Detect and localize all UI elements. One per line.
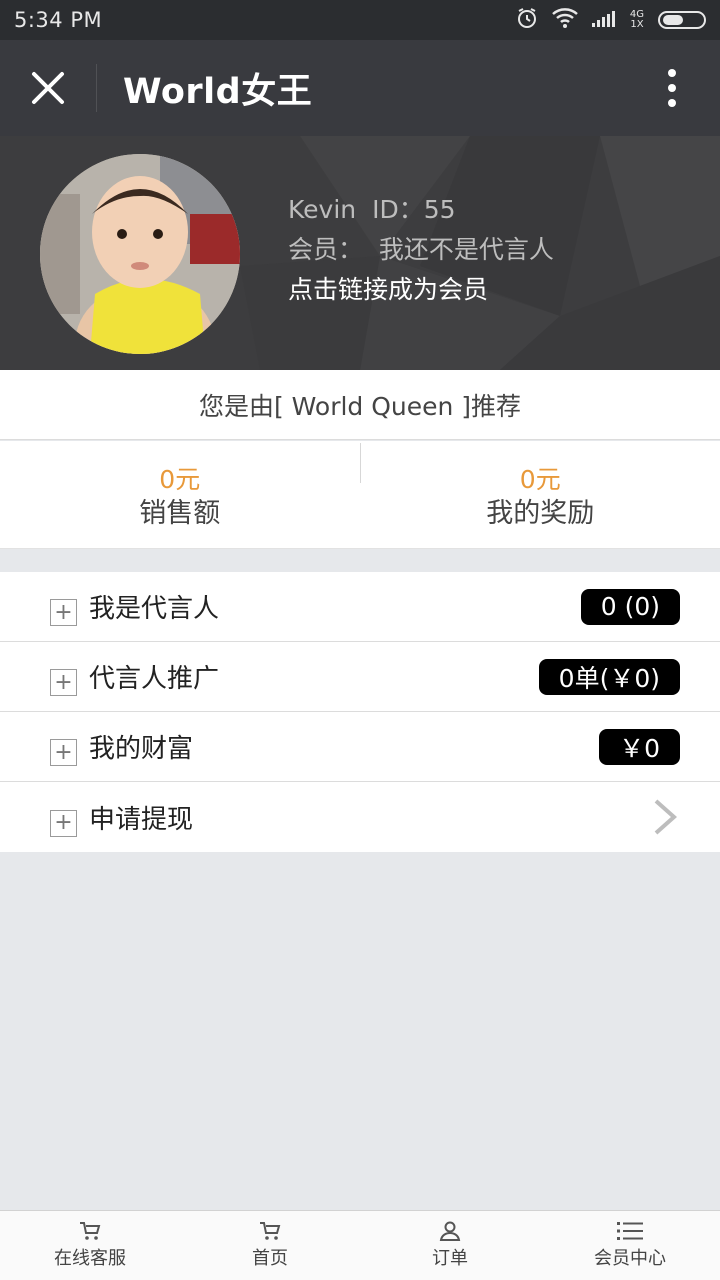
stat-value: 0元 — [159, 464, 201, 494]
chevron-right-icon — [654, 799, 678, 835]
expand-plus-icon: + — [50, 669, 77, 696]
referral-text: 您是由[ World Queen ]推荐 — [0, 370, 720, 440]
network-bottom: 1X — [630, 19, 644, 30]
tab-customer-service[interactable]: 在线客服 — [0, 1211, 180, 1280]
network-type: 4G 1X — [630, 10, 644, 30]
user-name: Kevin — [288, 195, 357, 224]
battery-icon — [658, 11, 706, 29]
menu-item-promotion[interactable]: + 代言人推广 0单(￥0) — [0, 642, 720, 712]
profile-info: Kevin ID：55 会员： 我还不是代言人 点击链接成为会员 — [288, 190, 554, 310]
page-title: World女王 — [123, 71, 313, 112]
tab-orders[interactable]: 订单 — [360, 1211, 540, 1280]
status-bar: 5:34 PM 4G 1X — [0, 0, 720, 40]
cart-icon — [260, 1222, 281, 1240]
menu-item-withdraw[interactable]: + 申请提现 — [0, 782, 720, 852]
cart-icon — [80, 1222, 101, 1240]
avatar[interactable] — [40, 154, 240, 354]
stat-label: 销售额 — [139, 497, 221, 529]
more-button[interactable] — [624, 40, 720, 136]
tab-label: 首页 — [252, 1248, 288, 1269]
more-vertical-icon — [668, 69, 676, 107]
stat-sales[interactable]: 0元 销售额 — [0, 441, 360, 548]
list-icon — [617, 1222, 643, 1240]
expand-plus-icon: + — [50, 739, 77, 766]
count-badge: 0单(￥0) — [538, 658, 680, 695]
tab-member-center[interactable]: 会员中心 — [540, 1211, 720, 1280]
expand-plus-icon: + — [50, 809, 77, 837]
tab-label: 订单 — [432, 1248, 468, 1269]
close-icon — [32, 72, 64, 104]
close-button[interactable] — [0, 40, 96, 136]
stat-reward[interactable]: 0元 我的奖励 — [361, 441, 720, 548]
member-status: 会员： 我还不是代言人 — [288, 235, 554, 264]
count-badge: ￥0 — [599, 728, 680, 765]
expand-plus-icon: + — [50, 599, 77, 626]
bottom-tab-bar: 在线客服 首页 订单 会员中心 — [0, 1210, 720, 1280]
stat-value: 0元 — [519, 464, 561, 494]
profile-header: Kevin ID：55 会员： 我还不是代言人 点击链接成为会员 — [0, 136, 720, 370]
menu-label: 代言人推广 — [89, 664, 220, 694]
avatar-photo — [40, 154, 240, 354]
tab-label: 在线客服 — [54, 1248, 126, 1269]
stats-panel: 0元 销售额 0元 我的奖励 — [0, 441, 720, 549]
profile-name-row: Kevin ID：55 — [288, 190, 554, 230]
wifi-icon — [552, 7, 578, 33]
tab-label: 会员中心 — [594, 1248, 666, 1269]
nav-divider — [96, 64, 97, 112]
menu-item-wealth[interactable]: + 我的财富 ￥0 — [0, 712, 720, 782]
menu-label: 我的财富 — [89, 734, 194, 764]
signal-icon — [591, 8, 616, 32]
member-menu: + 我是代言人 0 (0) + 代言人推广 0单(￥0) + 我的财富 ￥0 +… — [0, 572, 720, 852]
tab-home[interactable]: 首页 — [180, 1211, 360, 1280]
status-time: 5:34 PM — [14, 8, 103, 32]
menu-label: 申请提现 — [89, 804, 194, 835]
stat-label: 我的奖励 — [486, 497, 595, 529]
become-member-link[interactable]: 点击链接成为会员 — [288, 270, 554, 310]
menu-item-spokesperson[interactable]: + 我是代言人 0 (0) — [0, 572, 720, 642]
menu-label: 我是代言人 — [89, 594, 220, 624]
nav-bar: World女王 — [0, 40, 720, 136]
user-id: ID：55 — [372, 195, 456, 224]
count-badge: 0 (0) — [580, 588, 680, 625]
alarm-icon — [516, 7, 538, 34]
user-icon — [439, 1221, 461, 1241]
